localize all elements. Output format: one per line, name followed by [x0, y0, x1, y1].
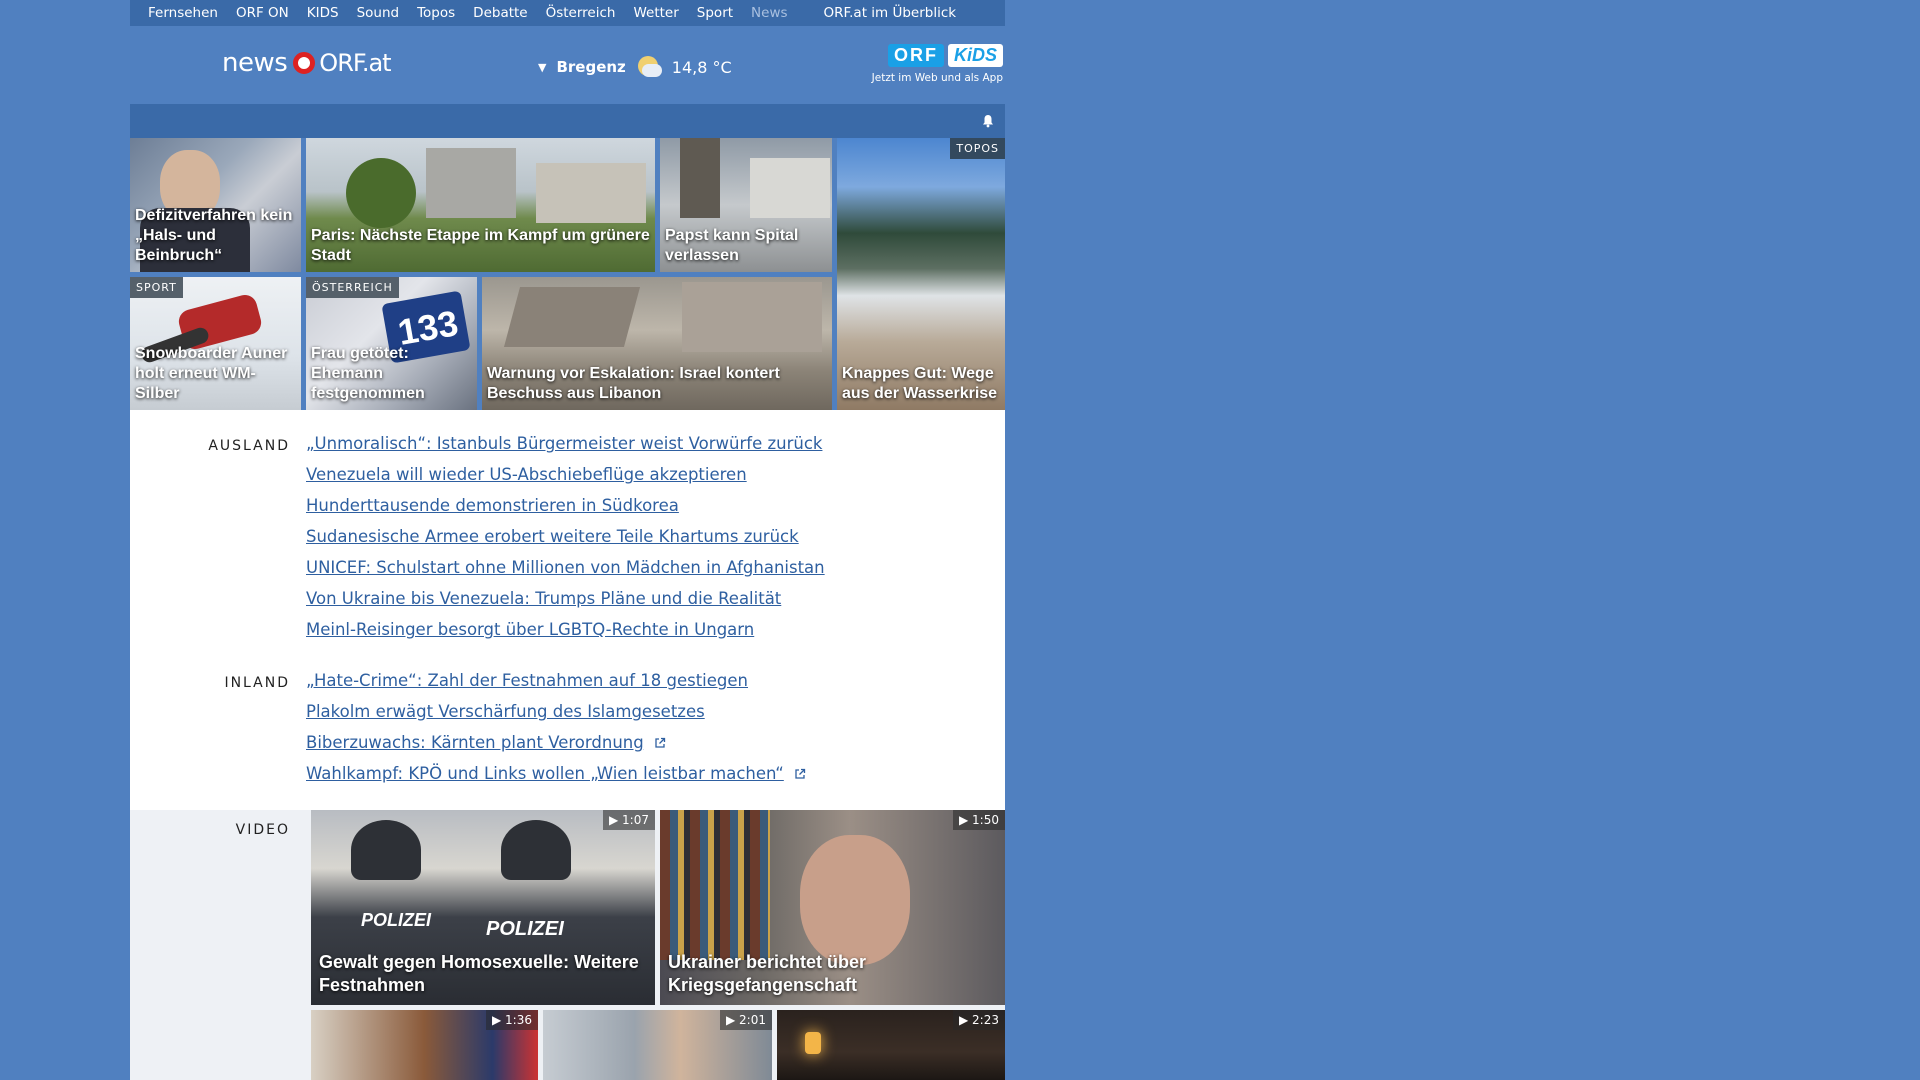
story-tile-israel-libanon[interactable]: Warnung vor Eskalation: Israel kontert B… [482, 277, 832, 410]
video-duration: ▶ 1:50 [953, 810, 1005, 830]
external-link-icon [655, 737, 665, 748]
story-tile-frau-getoetet[interactable]: ÖSTERREICH 133 Frau getötet: Ehemann fes… [306, 277, 477, 410]
nav-sound[interactable]: Sound [357, 5, 400, 21]
tile-title: Paris: Nächste Etappe im Kampf um grüner… [311, 227, 650, 264]
partly-cloudy-night-icon [636, 54, 662, 80]
news-link-external[interactable]: Wahlkampf: KPÖ und Links wollen „Wien le… [306, 764, 806, 783]
orf-ring-icon [293, 52, 316, 74]
tile-title: Knappes Gut: Wege aus der Wasserkrise [842, 365, 998, 402]
site-header: news ORF.at ▼ Bregenz 14,8 °C ORF KiDS J… [130, 26, 1005, 104]
video-duration: ▶ 2:01 [720, 1010, 772, 1030]
video-tile[interactable]: ▶ 1:50 Ukrainer berichtet über Kriegsgef… [660, 810, 1005, 1005]
video-tile[interactable]: POLIZEI POLIZEI ▶ 1:07 Gewalt gegen Homo… [311, 810, 655, 1005]
category-badge: TOPOS [950, 138, 1005, 159]
logo-orf-text: ORF.at [319, 49, 391, 77]
video-duration: ▶ 1:07 [603, 810, 655, 830]
news-link[interactable]: Sudanesische Armee erobert weitere Teile… [306, 527, 799, 546]
logo-news-text: news [222, 48, 288, 78]
nav-fernsehen[interactable]: Fernsehen [148, 5, 218, 21]
video-duration: ▶ 2:23 [953, 1010, 1005, 1030]
nav-sport[interactable]: Sport [697, 5, 733, 21]
nav-debatte[interactable]: Debatte [473, 5, 527, 21]
video-tile[interactable]: ▶ 1:36 [311, 1010, 538, 1080]
nav-orf-on[interactable]: ORF ON [236, 5, 289, 21]
news-link-external[interactable]: Biberzuwachs: Kärnten plant Verordnung [306, 733, 666, 752]
top-navigation: Fernsehen ORF ON KIDS Sound Topos Debatt… [130, 0, 1005, 26]
nav-oesterreich[interactable]: Österreich [546, 5, 616, 21]
video-duration: ▶ 1:36 [486, 1010, 538, 1030]
story-tile-wasserkrise[interactable]: TOPOS Knappes Gut: Wege aus der Wasserkr… [837, 138, 1005, 410]
kids-badge: KiDS [947, 44, 1003, 67]
news-link[interactable]: Venezuela will wieder US-Abschiebeflüge … [306, 465, 747, 484]
news-link-text: Wahlkampf: KPÖ und Links wollen „Wien le… [306, 764, 784, 783]
story-tile-snowboarder[interactable]: SPORT Snowboarder Auner holt erneut WM-S… [130, 277, 301, 410]
section-label-video: VIDEO [235, 822, 290, 838]
nav-topos[interactable]: Topos [417, 5, 455, 21]
orf-kids-promo[interactable]: ORF KiDS Jetzt im Web und als App [863, 44, 1003, 84]
news-link[interactable]: „Hate-Crime“: Zahl der Festnahmen auf 18… [306, 671, 748, 690]
news-link-text: Biberzuwachs: Kärnten plant Verordnung [306, 733, 644, 752]
news-link[interactable]: Hunderttausende demonstrieren in Südkore… [306, 496, 679, 515]
tile-title: Papst kann Spital verlassen [665, 227, 799, 264]
nav-news[interactable]: News [751, 5, 787, 21]
news-link[interactable]: Meinl-Reisinger besorgt über LGBTQ-Recht… [306, 620, 754, 639]
tile-title: Gewalt gegen Homosexuelle: Weitere Festn… [319, 952, 639, 995]
nav-overview[interactable]: ORF.at im Überblick [824, 5, 957, 21]
page: Fernsehen ORF ON KIDS Sound Topos Debatt… [130, 0, 1005, 1080]
orf-badge: ORF [887, 44, 944, 67]
tile-title: Ukrainer berichtet über Kriegsgefangensc… [668, 952, 867, 995]
external-link-icon [795, 768, 805, 779]
kids-tagline: Jetzt im Web und als App [871, 72, 1003, 84]
tile-title: Frau getötet: Ehemann festgenommen [311, 345, 425, 402]
story-tile-paris[interactable]: Paris: Nächste Etappe im Kampf um grüner… [306, 138, 655, 272]
polizei-label: POLIZEI [486, 918, 564, 940]
tile-title: Warnung vor Eskalation: Israel kontert B… [487, 365, 780, 402]
tile-title: Snowboarder Auner holt erneut WM-Silber [135, 345, 288, 402]
dropdown-triangle-icon: ▼ [538, 60, 547, 74]
polizei-label: POLIZEI [361, 910, 432, 930]
weather-temperature: 14,8 °C [671, 57, 732, 77]
category-badge: SPORT [130, 277, 183, 298]
weather-widget[interactable]: ▼ Bregenz 14,8 °C [538, 54, 732, 80]
story-tile-defizitverfahren[interactable]: Defizitverfahren kein „Hals- und Beinbru… [130, 138, 301, 272]
news-orf-logo[interactable]: news ORF.at [222, 48, 392, 78]
news-link[interactable]: UNICEF: Schulstart ohne Millionen von Mä… [306, 558, 825, 577]
section-label-ausland: AUSLAND [208, 438, 290, 454]
video-tile[interactable]: ▶ 2:01 [543, 1010, 772, 1080]
video-tile[interactable]: ▶ 2:23 [777, 1010, 1005, 1080]
tile-title: Defizitverfahren kein „Hals- und Beinbru… [135, 207, 293, 264]
category-badge: ÖSTERREICH [306, 277, 399, 298]
nav-kids[interactable]: KIDS [307, 5, 339, 21]
news-link[interactable]: „Unmoralisch“: Istanbuls Bürgermeister w… [306, 434, 822, 453]
weather-city: Bregenz [556, 58, 626, 76]
news-link[interactable]: Von Ukraine bis Venezuela: Trumps Pläne … [306, 589, 781, 608]
bell-icon[interactable] [981, 114, 995, 128]
news-link[interactable]: Plakolm erwägt Verschärfung des Islamges… [306, 702, 705, 721]
section-label-inland: INLAND [224, 675, 290, 691]
story-tile-papst[interactable]: Papst kann Spital verlassen [660, 138, 832, 272]
notification-bar [130, 104, 1005, 138]
nav-wetter[interactable]: Wetter [633, 5, 678, 21]
